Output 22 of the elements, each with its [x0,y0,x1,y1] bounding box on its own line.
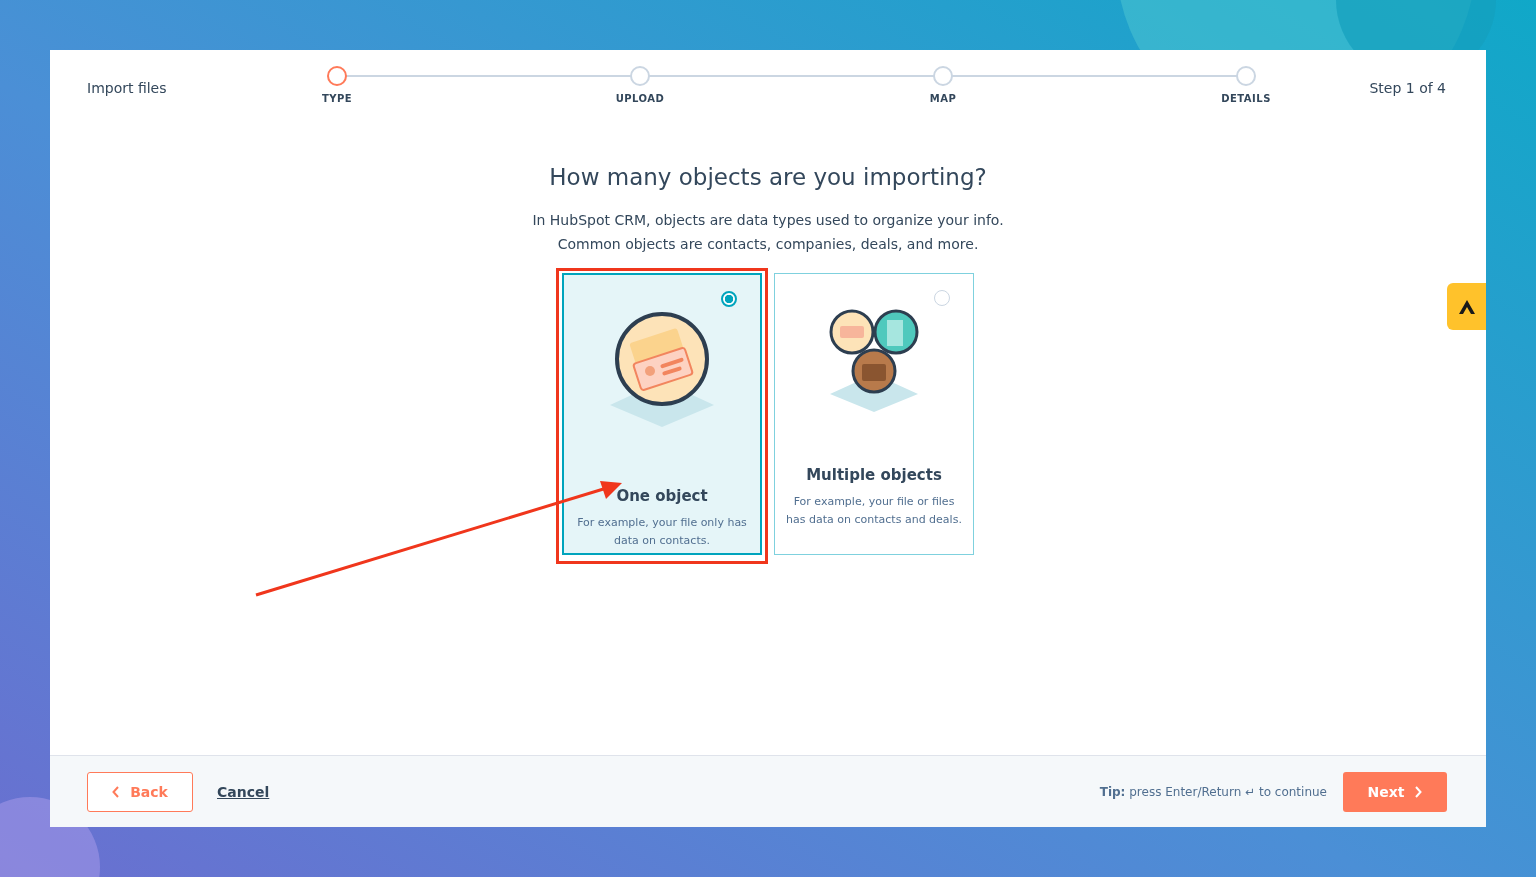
chevron-left-icon [112,785,121,798]
widget-tab[interactable] [1447,283,1486,330]
description-text: In HubSpot CRM, objects are data types used to organize your info. [532,211,1004,230]
radio-button[interactable] [934,290,950,306]
chevron-right-icon [1414,785,1423,798]
option-title: Multiple objects [806,466,942,484]
question-heading: How many objects are you importing? [549,164,987,190]
option-description: For example, your file or files has data on contacts and deals. [785,494,963,528]
option-description: For example, your file only has data on contacts. [576,515,748,549]
step-counter: Step 1 of 4 [1368,79,1446,96]
cancel-link[interactable]: Cancel [217,783,270,800]
step-label[interactable]: UPLOAD [615,93,665,104]
option-title: One object [616,487,708,505]
step-label[interactable]: MAP [929,93,957,104]
dialog-title: Import files [87,79,168,96]
step-label[interactable]: DETAILS [1221,93,1271,104]
option-card[interactable]: Multiple objects For example, your file or files has data on contacts and deals. [774,273,974,555]
step-label[interactable]: TYPE [321,93,353,104]
description-text: Common objects are contacts, companies, deals, and more. [557,235,979,254]
radio-button[interactable] [721,291,737,307]
option-card[interactable]: One object For example, your file only has data on contacts. [562,273,762,555]
tip-text: Tip: press Enter/Return ↵ to continue [1099,784,1327,799]
